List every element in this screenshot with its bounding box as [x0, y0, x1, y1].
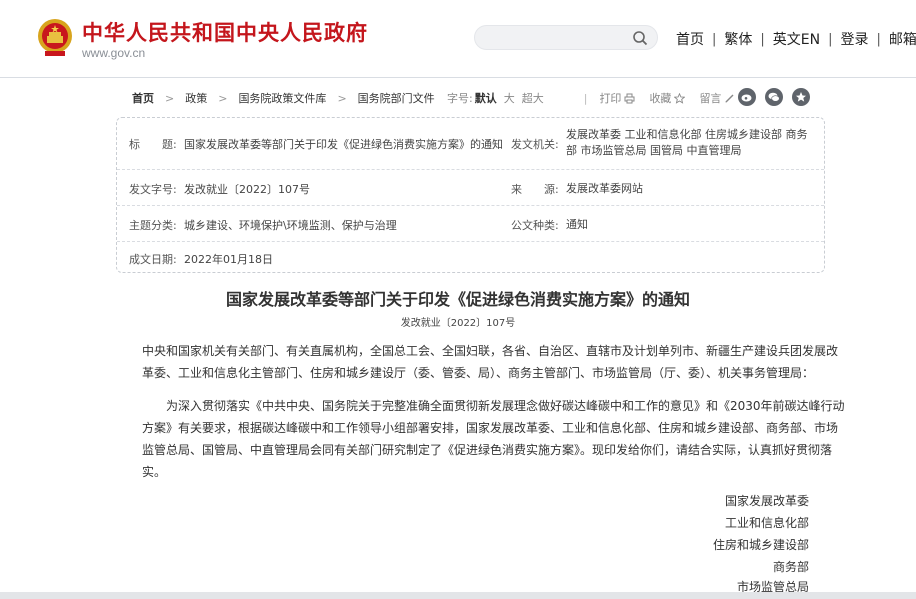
site-domain: www.gov.cn [82, 46, 146, 60]
national-emblem-icon[interactable] [37, 17, 73, 57]
print-button[interactable]: 打印 [599, 90, 635, 106]
topic-label: 主题分类: [129, 219, 177, 232]
tools-divider: | [583, 91, 588, 105]
paragraph-line: 实。 [142, 465, 167, 479]
date-label: 成文日期: [129, 253, 177, 266]
paragraph-line: 方案》有关要求，根据碳达峰碳中和工作领导小组部署安排，国家发展改革委、工业和信息… [142, 421, 839, 435]
article-title: 国家发展改革委等部门关于印发《促进绿色消费实施方案》的通知 [225, 290, 690, 309]
info-row: 主题分类: 城乡建设、环境保护\环境监测、保护与治理 公文种类: 通知 [117, 205, 824, 241]
issuer-label: 发文机关: [511, 138, 559, 151]
title-value: 国家发展改革委等部门关于印发《促进绿色消费实施方案》的通知 [184, 138, 503, 151]
breadcrumb-home[interactable]: 首页 [132, 90, 154, 106]
search-box[interactable] [474, 25, 658, 50]
print-label: 打印 [599, 92, 622, 105]
site-header: 中华人民共和国中央人民政府 www.gov.cn 首页 | 繁体 | 英文EN … [0, 0, 916, 78]
info-row: 发文字号: 发改就业〔2022〕107号 来 源: 发展改革委网站 [117, 169, 824, 205]
date-value: 2022年01月18日 [184, 253, 273, 266]
nav-separator: | [712, 31, 717, 47]
weibo-icon[interactable] [738, 88, 756, 106]
favorite-button[interactable]: 收藏 [649, 90, 686, 106]
doc-type-label: 公文种类: [511, 219, 559, 232]
nav-mail[interactable]: 邮箱 [889, 29, 916, 49]
title-label: 标 题: [129, 138, 177, 151]
breadcrumb-department-files[interactable]: 国务院部门文件 [358, 90, 435, 106]
paragraph-line: 为深入贯彻落实《中共中央、国务院关于完整准确全面贯彻新发展理念做好碳达峰碳中和工… [142, 399, 845, 413]
nav-separator: | [876, 31, 881, 47]
comment-button[interactable]: 留言 [699, 90, 735, 106]
article-paragraph: 中央和国家机关有关部门、有关直属机构，全国总工会、全国妇联，各省、自治区、直辖市… [142, 340, 839, 384]
issuer-value: 发展改革委 工业和信息化部 住房城乡建设部 商务部 市场监管总局 国管局 中直管… [566, 128, 808, 157]
font-size-label: 字号: [447, 92, 473, 105]
article-tools: 字号: 默认 大 超大 | 打印 收藏 留言 [447, 90, 749, 106]
font-size-xlarge[interactable]: 超大 [522, 90, 544, 106]
info-row: 标 题: 国家发展改革委等部门关于印发《促进绿色消费实施方案》的通知 发文机关:… [117, 118, 824, 169]
doc-number-label: 发文字号: [129, 183, 177, 196]
horizontal-scrollbar[interactable] [0, 592, 916, 599]
breadcrumb-policy-library[interactable]: 国务院政策文件库 [238, 90, 326, 106]
wechat-icon[interactable] [765, 88, 783, 106]
qzone-icon[interactable] [792, 88, 810, 106]
document-info-box: 标 题: 国家发展改革委等部门关于印发《促进绿色消费实施方案》的通知 发文机关:… [116, 117, 825, 273]
article-doc-number: 发改就业〔2022〕107号 [400, 318, 516, 329]
source-label: 来 源: [511, 183, 559, 196]
topic-value: 城乡建设、环境保护\环境监测、保护与治理 [184, 219, 397, 232]
paragraph-line: 革委、工业和信息化主管部门、住房和城乡建设厅（委、管委、局）、商务主管部门、市场… [142, 366, 815, 380]
font-size-large[interactable]: 大 [504, 90, 515, 106]
site-title[interactable]: 中华人民共和国中央人民政府 [82, 17, 368, 47]
nav-home[interactable]: 首页 [676, 29, 704, 49]
comment-label: 留言 [699, 92, 722, 105]
star-icon [674, 92, 686, 104]
print-icon [624, 93, 635, 103]
signatory: 国家发展改革委 [724, 494, 809, 508]
top-nav: 首页 | 繁体 | 英文EN | 登录 | 邮箱 [676, 29, 916, 49]
paragraph-line: 中央和国家机关有关部门、有关直属机构，全国总工会、全国妇联，各省、自治区、直辖市… [142, 344, 839, 358]
search-input[interactable] [487, 30, 627, 46]
info-row: 成文日期: 2022年01月18日 [117, 241, 824, 274]
paragraph-line: 监管总局、国管局、中直管理局会同有关部门研究制定了《促进绿色消费实施方案》。现印… [142, 443, 833, 457]
nav-separator: | [828, 31, 833, 47]
search-icon[interactable] [632, 30, 648, 46]
signatory: 商务部 [772, 560, 809, 574]
signatory: 住房和城乡建设部 [712, 538, 809, 552]
signatory: 工业和信息化部 [724, 516, 809, 530]
breadcrumb-arrow-icon: > [337, 91, 347, 105]
pencil-icon [725, 94, 734, 102]
doc-type-value: 通知 [566, 218, 588, 231]
breadcrumb: 首页 > 政策 > 国务院政策文件库 > 国务院部门文件 [132, 90, 435, 106]
nav-traditional[interactable]: 繁体 [724, 29, 752, 49]
nav-english[interactable]: 英文EN [773, 29, 820, 49]
breadcrumb-arrow-icon: > [165, 91, 175, 105]
breadcrumb-policy[interactable]: 政策 [185, 90, 207, 106]
article-paragraph: 为深入贯彻落实《中共中央、国务院关于完整准确全面贯彻新发展理念做好碳达峰碳中和工… [142, 395, 845, 483]
nav-separator: | [760, 31, 765, 47]
breadcrumb-arrow-icon: > [218, 91, 228, 105]
share-icons [738, 88, 819, 106]
nav-login[interactable]: 登录 [841, 29, 869, 49]
font-size-default[interactable]: 默认 [475, 90, 497, 106]
doc-number-value: 发改就业〔2022〕107号 [184, 183, 310, 196]
source-value: 发展改革委网站 [566, 182, 643, 195]
favorite-label: 收藏 [649, 92, 672, 105]
